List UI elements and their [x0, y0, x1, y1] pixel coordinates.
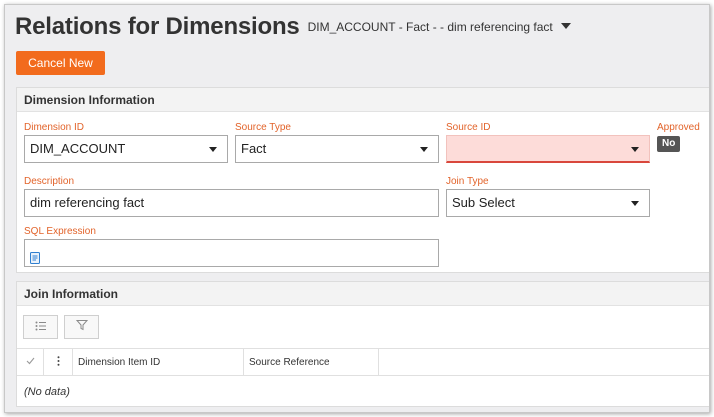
source-type-value: Fact [241, 141, 267, 156]
join-information-panel: Join Information Dimension Item ID Sourc… [16, 281, 709, 407]
approved-label: Approved [657, 122, 700, 133]
filter-button[interactable] [64, 315, 99, 339]
app-window: Relations for Dimensions DIM_ACCOUNT - F… [4, 4, 710, 413]
chevron-down-icon[interactable] [631, 147, 639, 152]
source-type-field: Source Type Fact [235, 122, 439, 164]
dimension-information-panel: Dimension Information Dimension ID DIM_A… [16, 87, 709, 273]
select-all-cell[interactable] [17, 349, 44, 375]
page-header: Relations for Dimensions DIM_ACCOUNT - F… [15, 13, 571, 41]
dimension-id-label: Dimension ID [24, 122, 85, 133]
chevron-down-icon[interactable] [209, 147, 217, 152]
grid-empty-message: (No data) [24, 386, 70, 398]
grid-toolbar [23, 315, 99, 339]
description-value: dim referencing fact [30, 195, 145, 210]
dimension-id-field: Dimension ID DIM_ACCOUNT [24, 122, 228, 164]
chevron-down-icon[interactable] [631, 201, 639, 206]
document-icon[interactable] [30, 247, 40, 273]
source-id-field: Source ID [446, 122, 650, 164]
join-type-select[interactable]: Sub Select [446, 189, 650, 217]
row-menu-cell[interactable] [44, 349, 73, 375]
chevron-down-icon[interactable] [420, 147, 428, 152]
sql-expression-field: SQL Expression [24, 226, 439, 268]
sql-expression-label: SQL Expression [24, 226, 96, 237]
dimension-information-header: Dimension Information [17, 88, 709, 112]
join-type-value: Sub Select [452, 195, 515, 210]
list-icon [35, 318, 47, 336]
source-id-select[interactable] [446, 135, 650, 163]
column-header-source-reference[interactable]: Source Reference [244, 349, 379, 375]
page-title: Relations for Dimensions [15, 13, 300, 40]
column-header-dimension-item-id[interactable]: Dimension Item ID [73, 349, 244, 375]
cancel-new-button[interactable]: Cancel New [16, 51, 105, 75]
list-settings-button[interactable] [23, 315, 58, 339]
join-information-header: Join Information [17, 282, 709, 306]
description-field: Description dim referencing fact [24, 176, 439, 218]
approved-field: Approved No [657, 122, 709, 164]
source-type-select[interactable]: Fact [235, 135, 439, 163]
source-type-label: Source Type [235, 122, 291, 133]
dimension-id-value: DIM_ACCOUNT [30, 141, 126, 156]
kebab-menu-icon[interactable] [57, 355, 60, 369]
sql-expression-input[interactable] [24, 239, 439, 267]
caret-down-icon[interactable] [560, 23, 571, 29]
checkmark-icon[interactable] [26, 357, 35, 368]
description-input[interactable]: dim referencing fact [24, 189, 439, 217]
join-grid-header: Dimension Item ID Source Reference [17, 348, 709, 376]
filter-icon [75, 318, 88, 336]
join-type-label: Join Type [446, 176, 489, 187]
source-id-label: Source ID [446, 122, 491, 133]
page-subtitle: DIM_ACCOUNT - Fact - - dim referencing f… [307, 20, 553, 34]
join-type-field: Join Type Sub Select [446, 176, 650, 218]
approved-status-badge: No [657, 136, 681, 152]
dimension-id-select[interactable]: DIM_ACCOUNT [24, 135, 228, 163]
description-label: Description [24, 176, 75, 187]
